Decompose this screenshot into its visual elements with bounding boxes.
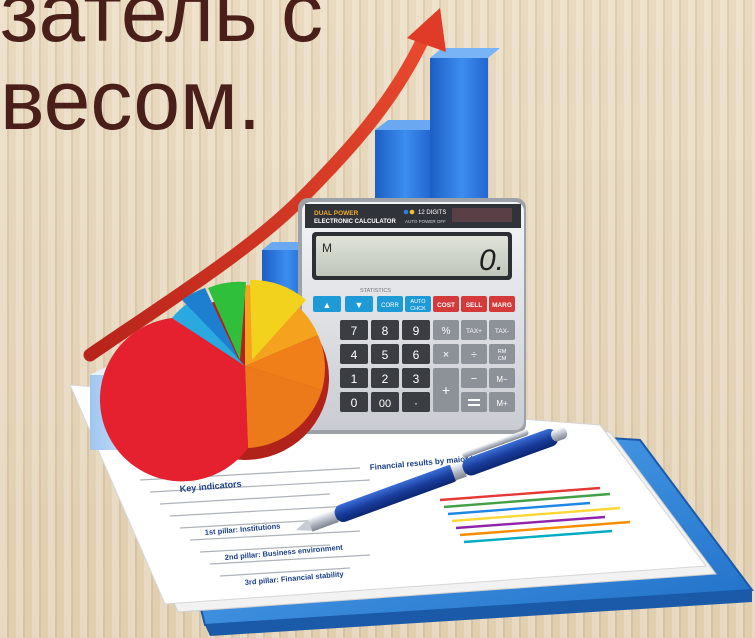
calc-display-memory-indicator: M xyxy=(322,241,332,255)
calc-key-divide-label: ÷ xyxy=(471,349,477,361)
calc-key-up-label: ▲ xyxy=(323,300,332,310)
calc-key-corr-label: CORR xyxy=(381,303,399,309)
calc-key-5-label: 5 xyxy=(382,348,389,362)
calc-indicator-dot-blue xyxy=(403,209,409,215)
calc-digits-label: 12 DIGITS xyxy=(418,210,446,216)
calc-key-0-label: 0 xyxy=(351,396,358,410)
calc-key-sell-label: SELL xyxy=(466,302,483,309)
calc-key-3-label: 3 xyxy=(413,372,420,386)
calc-key-cost-label: COST xyxy=(437,302,455,309)
calc-key-00-label: 00 xyxy=(379,398,391,410)
calc-key-8-label: 8 xyxy=(382,324,389,338)
equals-icon-bar-bottom xyxy=(468,404,480,406)
calc-key-down-label: ▼ xyxy=(355,300,364,310)
calc-key-marg-label: MARG xyxy=(492,302,512,309)
calc-key-equals[interactable] xyxy=(461,392,487,412)
calc-key-1-label: 1 xyxy=(351,372,358,386)
calc-key-dot-label: · xyxy=(414,396,418,410)
calc-display-value: 0. xyxy=(479,244,504,277)
calc-key-m-plus-label: M+ xyxy=(496,399,508,408)
calc-key-2-label: 2 xyxy=(382,372,389,386)
calc-key-cm-label: CM xyxy=(498,356,507,362)
calc-key-auto-label-2: CHCK xyxy=(410,306,426,312)
calc-solar-panel xyxy=(452,208,512,222)
calc-key-9-label: 9 xyxy=(413,324,420,338)
calc-auto-power-label: AUTO POWER OFF xyxy=(405,219,446,224)
calc-key-6-label: 6 xyxy=(413,348,420,362)
calc-key-auto-label-1: AUTO xyxy=(410,299,426,305)
calculator: DUAL POWER ELECTRONIC CALCULATOR 12 DIGI… xyxy=(298,198,526,434)
calc-key-rm-label: RM xyxy=(498,349,507,355)
equals-icon-bar-top xyxy=(468,399,480,401)
finance-illustration: Key indicators Financial results by majo… xyxy=(69,8,754,636)
calc-key-tax-minus-label: TAX- xyxy=(495,328,509,335)
calc-key-tax-plus-label: TAX+ xyxy=(466,328,482,335)
calc-key-m-minus-label: M− xyxy=(496,375,508,384)
calc-key-percent-label: % xyxy=(442,326,451,337)
calc-key-times-label: × xyxy=(443,349,449,361)
calc-key-7-label: 7 xyxy=(351,324,358,338)
calc-indicator-dot-yellow xyxy=(409,209,415,215)
calc-key-plus-label: + xyxy=(442,382,450,398)
calc-brand-line-2: ELECTRONIC CALCULATOR xyxy=(314,219,396,225)
calc-statistics-label: STATISTICS xyxy=(360,288,391,294)
calc-brand-line-1: DUAL POWER xyxy=(314,210,359,217)
calc-key-minus-label: − xyxy=(471,373,477,385)
calc-key-4-label: 4 xyxy=(351,348,358,362)
